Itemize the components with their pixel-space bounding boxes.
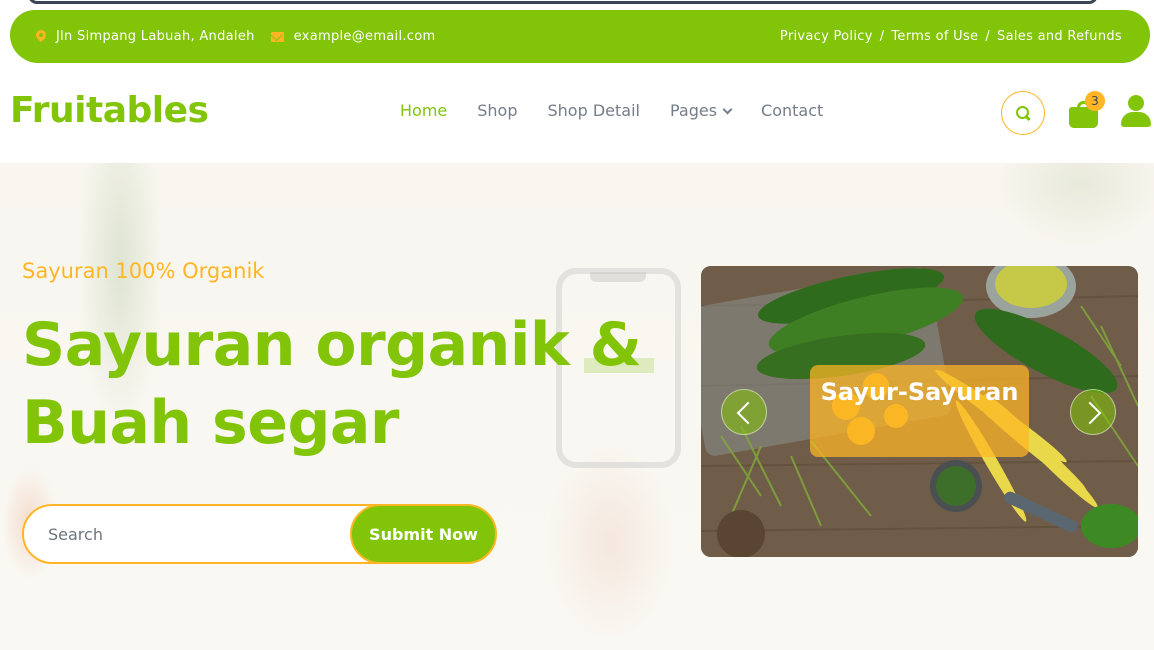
topbar-contact: Jln Simpang Labuah, Andaleh example@emai… (36, 10, 435, 63)
nav-pages-label: Pages (669, 101, 718, 120)
hero-search-input[interactable] (24, 506, 354, 562)
hero-title: Sayuran organik & Buah segar (22, 310, 642, 458)
phone-notch (590, 272, 646, 282)
hero-search-form: Submit Now (22, 504, 497, 564)
sales-refunds-link[interactable]: Sales and Refunds (997, 29, 1122, 44)
topbar-email[interactable]: example@email.com (270, 29, 436, 44)
nav-pages-dropdown[interactable]: Pages (669, 101, 733, 120)
map-marker-icon (36, 30, 46, 43)
separator: / (985, 29, 991, 44)
cart-count-badge: 3 (1085, 91, 1105, 111)
site-logo[interactable]: Fruitables (10, 90, 209, 131)
separator: / (879, 29, 885, 44)
chevron-down-icon (722, 104, 733, 115)
nav-contact[interactable]: Contact (761, 101, 823, 120)
carousel-prev-button[interactable] (721, 389, 767, 435)
carousel-caption: Sayur-Sayuran (810, 365, 1029, 457)
nav-shop-detail[interactable]: Shop Detail (548, 101, 640, 120)
terms-of-use-link[interactable]: Terms of Use (891, 29, 978, 44)
nav-shop[interactable]: Shop (477, 101, 517, 120)
topbar-links: Privacy Policy / Terms of Use / Sales an… (780, 10, 1122, 63)
topbar-address: Jln Simpang Labuah, Andaleh (36, 29, 255, 44)
user-icon (1128, 95, 1144, 111)
submit-now-button[interactable]: Submit Now (350, 504, 497, 564)
navbar: Fruitables Home Shop Shop Detail Pages C… (0, 63, 1154, 163)
topbar: Jln Simpang Labuah, Andaleh example@emai… (10, 10, 1150, 63)
browser-address-bar-edge (0, 0, 1154, 10)
carousel-next-button[interactable] (1070, 389, 1116, 435)
user-icon-body (1121, 112, 1151, 127)
main-menu: Home Shop Shop Detail Pages Contact (400, 101, 823, 120)
search-icon (1016, 106, 1030, 120)
user-account-button[interactable] (1120, 95, 1152, 129)
privacy-policy-link[interactable]: Privacy Policy (780, 29, 873, 44)
hero-carousel: Sayur-Sayuran (701, 266, 1138, 557)
address-text: Jln Simpang Labuah, Andaleh (56, 29, 255, 44)
envelope-icon (270, 31, 284, 42)
hero-section: Sayuran 100% Organik Sayuran organik & B… (0, 163, 1154, 650)
email-link[interactable]: example@email.com (294, 29, 436, 44)
search-button[interactable] (1001, 91, 1045, 135)
address-bar-outline (28, 0, 1098, 4)
nav-home[interactable]: Home (400, 101, 447, 120)
hero-subtitle: Sayuran 100% Organik (22, 259, 265, 283)
